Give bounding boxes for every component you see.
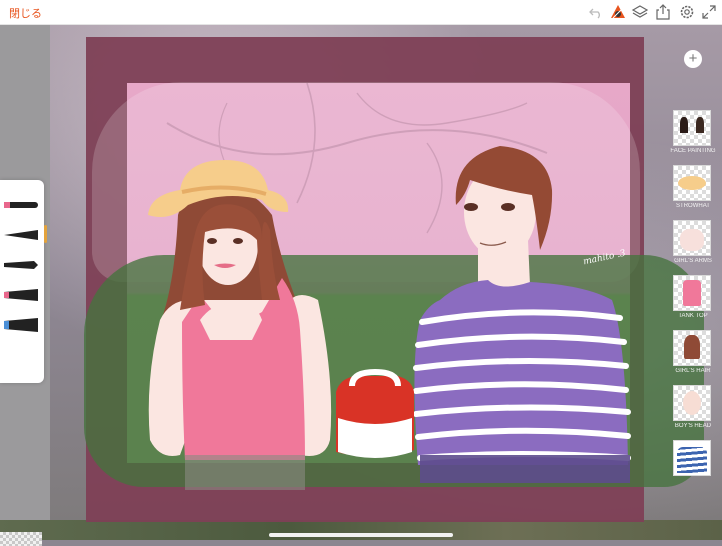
layer-thumbnail [673, 385, 711, 421]
flat-brush-icon[interactable] [4, 258, 38, 272]
brush-settings-icon[interactable] [609, 3, 627, 21]
add-layer-button[interactable]: + [684, 50, 702, 68]
fullscreen-icon[interactable] [700, 3, 718, 21]
pink-veil-overlay [92, 82, 640, 282]
layer-striped-shirt[interactable] [673, 440, 711, 480]
layer-thumbnail [673, 220, 711, 256]
layer-name: TANK TOP [678, 313, 708, 319]
top-toolbar: 閉じる [0, 0, 722, 25]
layer-girls-hair[interactable]: GIRL'S HAIR [673, 330, 711, 374]
share-icon[interactable] [654, 3, 672, 21]
layer-name: BOY'S HEAD [674, 423, 712, 429]
layer-boys-head[interactable]: BOY'S HEAD [673, 385, 711, 429]
marker-brush-icon[interactable] [4, 318, 38, 332]
undo-icon[interactable] [587, 3, 605, 21]
home-indicator[interactable] [269, 533, 453, 537]
close-button[interactable]: 閉じる [9, 5, 42, 21]
settings-icon[interactable] [678, 3, 696, 21]
layer-thumbnail [673, 110, 711, 146]
grass-strip [0, 520, 722, 540]
layer-tank-top[interactable]: TANK TOP [673, 275, 711, 319]
layer-thumbnail [673, 440, 711, 476]
brush-palette [0, 180, 44, 546]
layer-strowhat[interactable]: STROWHAT [673, 165, 711, 209]
brush-size-handle[interactable] [44, 225, 47, 243]
layer-thumbnail [673, 165, 711, 201]
layer-name: GIRL'S HAIR [675, 368, 711, 374]
chisel-brush-icon[interactable] [4, 288, 38, 302]
layer-face-painting[interactable]: FACE PAINTING [670, 110, 716, 154]
green-overlay [84, 255, 704, 487]
layer-name: FACE PAINTING [670, 148, 716, 154]
layer-name: STROWHAT [676, 203, 710, 209]
opacity-swatch[interactable] [0, 532, 42, 546]
layers-icon[interactable] [631, 3, 649, 21]
tapered-brush-icon[interactable] [4, 228, 38, 242]
layer-girls-arms[interactable]: GIRL'S ARMS [673, 220, 712, 264]
layer-thumbnail [673, 330, 711, 366]
layer-thumbnail [673, 275, 711, 311]
round-brush-icon[interactable] [4, 198, 38, 212]
layer-name: GIRL'S ARMS [674, 258, 712, 264]
